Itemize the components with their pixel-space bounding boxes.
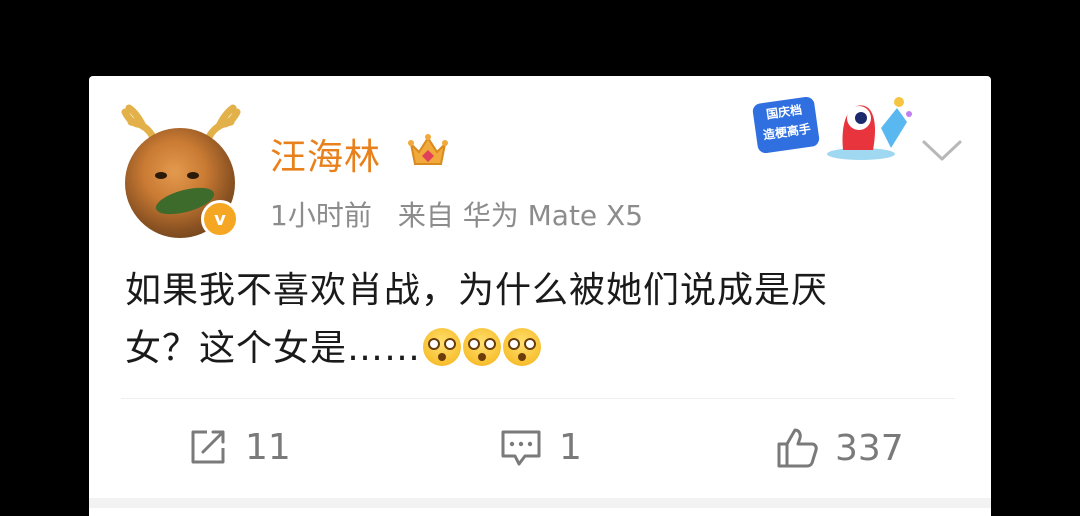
dizzy-face-emoji-icon	[503, 328, 542, 366]
like-button[interactable]: 337	[775, 426, 904, 470]
promo-badge[interactable]: 国庆档 造梗高手	[747, 86, 917, 166]
like-count: 337	[835, 427, 904, 469]
repost-icon	[191, 430, 225, 464]
chevron-down-icon[interactable]	[921, 138, 963, 164]
thumbs-up-icon	[777, 428, 818, 468]
comment-icon	[501, 430, 541, 466]
post-content: 如果我不喜欢肖战，为什么被她们说成是厌 女？这个女是……	[125, 262, 945, 378]
dizzy-face-emoji-icon	[463, 328, 502, 366]
username[interactable]: 汪海林	[270, 128, 381, 180]
mascot-icon	[827, 97, 912, 160]
crown-icon	[408, 134, 448, 165]
avatar-with-antlers[interactable]: v	[121, 104, 241, 238]
divider	[121, 398, 955, 399]
post-meta: 1小时前 来自 华为 Mate X5	[270, 194, 643, 234]
promo-badge-text: 国庆档 造梗高手	[751, 95, 821, 155]
action-bar: 11 1 337	[89, 426, 991, 476]
avatar-eye	[155, 172, 167, 179]
post-time: 1小时前	[270, 199, 372, 232]
weibo-post-card: v 汪海林 1小时前 来自 华为 Mate X5 国庆档 造梗高手 如果我不喜欢肖…	[89, 76, 991, 516]
post-content-line2-wrap: 女？这个女是……	[125, 320, 945, 378]
comment-count: 1	[559, 426, 582, 468]
dizzy-face-emoji-icon	[423, 328, 462, 366]
repost-button[interactable]: 11	[187, 426, 291, 468]
comment-button[interactable]: 1	[499, 426, 582, 468]
avatar-eye	[187, 172, 199, 179]
post-content-line2: 女？这个女是……	[125, 328, 422, 369]
verified-badge-icon: v	[201, 200, 239, 238]
post-content-line1: 如果我不喜欢肖战，为什么被她们说成是厌	[125, 270, 829, 311]
repost-count: 11	[245, 426, 291, 468]
post-source: 来自 华为 Mate X5	[397, 199, 644, 232]
card-bottom-strip	[89, 498, 991, 508]
